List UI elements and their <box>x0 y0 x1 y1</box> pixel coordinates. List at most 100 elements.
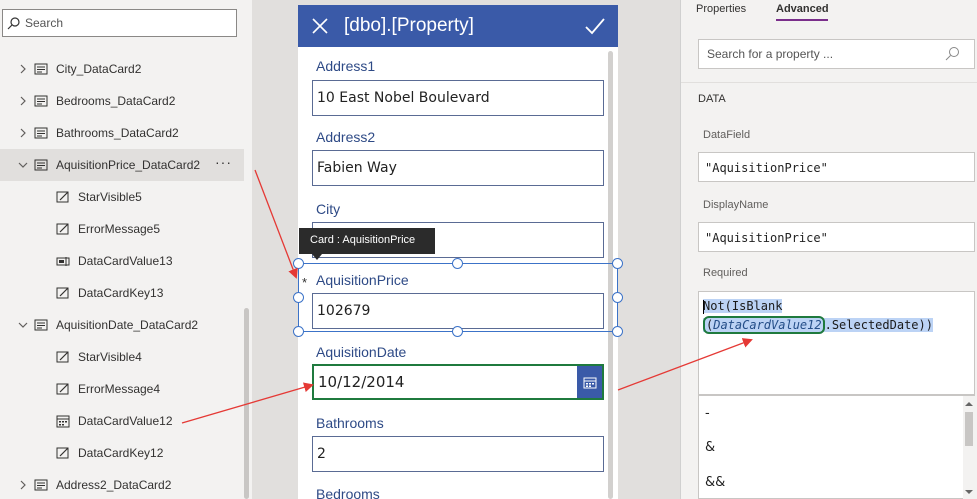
bathrooms-label: Bathrooms <box>316 415 384 431</box>
calendar-icon <box>56 415 70 428</box>
scroll-up-icon[interactable] <box>963 398 975 410</box>
tree-item[interactable]: DataCardKey12 <box>0 437 244 469</box>
resize-handle-top-right[interactable] <box>612 258 623 269</box>
tree-item-label: City_DataCard2 <box>56 62 142 76</box>
resize-handle-bottom-left[interactable] <box>293 326 304 337</box>
edit-label-icon <box>56 287 69 299</box>
resize-handle-top[interactable] <box>452 258 463 269</box>
tree-search-input[interactable] <box>25 14 225 32</box>
required-formula-editor[interactable]: Not(IsBlank (DataCardValue12 .SelectedDat… <box>698 291 975 395</box>
tree-item-label: StarVisible4 <box>78 350 142 364</box>
card-icon <box>34 479 48 491</box>
tree-item[interactable]: AquisitionDate_DataCard2 <box>0 309 244 341</box>
tree-item[interactable]: AquisitionPrice_DataCard2 ··· <box>0 149 244 181</box>
checkmark-icon[interactable] <box>584 15 606 37</box>
tree-search-box[interactable] <box>2 9 237 37</box>
edit-label-icon <box>56 447 69 459</box>
tree-item-label: ErrorMessage5 <box>78 222 161 236</box>
aquisition-date-picker[interactable]: 10/12/2014 <box>312 364 604 400</box>
formula-param: DataCardValue12 <box>713 318 822 332</box>
formula-highlight-line1: Not(IsBlank <box>703 299 783 314</box>
tree-item-label: Address2_DataCard2 <box>56 478 172 492</box>
edit-label-icon <box>56 223 69 235</box>
city-label: City <box>316 201 341 217</box>
resize-handle-bottom[interactable] <box>452 326 463 337</box>
tree-item[interactable]: City_DataCard2 <box>0 53 244 85</box>
tree-item-label: Bedrooms_DataCard2 <box>56 94 176 108</box>
tree-item[interactable]: Bathrooms_DataCard2 <box>0 117 244 149</box>
tree-item[interactable]: DataCardValue12 <box>0 405 244 437</box>
address2-input[interactable]: Fabien Way <box>312 150 604 186</box>
displayname-input[interactable]: "AquisitionPrice" <box>698 222 975 252</box>
chevron-right-icon[interactable] <box>17 95 29 107</box>
tab-properties[interactable]: Properties <box>696 3 746 15</box>
tree-item[interactable]: ErrorMessage5 <box>0 213 244 245</box>
chevron-right-icon[interactable] <box>17 63 29 75</box>
tree-item[interactable]: StarVisible5 <box>0 181 244 213</box>
required-label: Required <box>703 267 748 279</box>
chevron-down-icon[interactable] <box>17 159 29 171</box>
form-scrollbar[interactable] <box>608 51 613 499</box>
edit-label-icon <box>56 351 69 363</box>
form-title: [dbo].[Property] <box>344 15 474 36</box>
calendar-button[interactable] <box>577 366 602 398</box>
aquisition-date-label: AquisitionDate <box>316 344 407 360</box>
resize-handle-left[interactable] <box>293 292 304 303</box>
suggestion-item[interactable]: & <box>705 440 715 455</box>
aquisition-price-input[interactable]: 102679 <box>312 293 604 329</box>
suggestion-item[interactable]: && <box>705 475 725 490</box>
tab-advanced[interactable]: Advanced <box>776 3 829 15</box>
tree-item-label: DataCardKey12 <box>78 446 164 460</box>
bedrooms-label: Bedrooms <box>316 486 380 499</box>
resize-handle-bottom-right[interactable] <box>612 326 623 337</box>
displayname-label: DisplayName <box>703 199 769 211</box>
scroll-down-icon[interactable] <box>963 486 975 498</box>
tree-item-label: DataCardValue13 <box>78 254 173 268</box>
tree-item[interactable]: StarVisible4 <box>0 341 244 373</box>
tree-item-label: Bathrooms_DataCard2 <box>56 126 179 140</box>
resize-handle-right[interactable] <box>612 292 623 303</box>
close-icon[interactable] <box>310 16 330 36</box>
edit-label-icon <box>56 383 69 395</box>
tree-item[interactable]: ErrorMessage4 <box>0 373 244 405</box>
card-icon <box>34 127 48 139</box>
tree-item[interactable]: Address2_DataCard2 <box>0 469 244 499</box>
suggestions-scrollbar[interactable] <box>963 396 975 499</box>
form-header: [dbo].[Property] <box>298 5 618 47</box>
intellisense-suggestions: - & && <box>698 395 975 499</box>
tree-item-label: DataCardKey13 <box>78 286 164 300</box>
property-search-input[interactable] <box>707 46 927 62</box>
chevron-right-icon[interactable] <box>17 127 29 139</box>
aquisition-date-value: 10/12/2014 <box>318 373 405 391</box>
tree-view-panel: City_DataCard2 Bedrooms_DataCard2 Bathroom… <box>0 0 252 499</box>
datafield-label: DataField <box>703 129 751 141</box>
datafield-input[interactable]: "AquisitionPrice" <box>698 152 975 182</box>
resize-handle-top-left[interactable] <box>293 258 304 269</box>
card-tooltip: Card : AquisitionPrice <box>299 228 435 260</box>
aquisition-price-label: AquisitionPrice <box>316 272 409 288</box>
tree-item[interactable]: DataCardValue13 <box>0 245 244 277</box>
search-icon <box>7 17 20 30</box>
property-search-box[interactable] <box>698 39 975 69</box>
chevron-down-icon[interactable] <box>17 319 29 331</box>
properties-tabs: Properties Advanced <box>681 0 977 22</box>
chevron-right-icon[interactable] <box>17 479 29 491</box>
active-tab-indicator <box>776 19 828 21</box>
divider <box>681 82 977 83</box>
suggestion-item[interactable]: - <box>705 406 710 421</box>
tree-scrollbar[interactable] <box>244 308 249 499</box>
card-icon <box>34 95 48 107</box>
tree-item[interactable]: DataCardKey13 <box>0 277 244 309</box>
card-icon <box>34 63 48 75</box>
more-options-icon[interactable]: ··· <box>215 154 232 170</box>
tree-item[interactable]: Bedrooms_DataCard2 <box>0 85 244 117</box>
card-icon <box>34 319 48 331</box>
tree-item-label: StarVisible5 <box>78 190 142 204</box>
formula-rest: .SelectedDate)) <box>824 318 933 332</box>
properties-panel: Properties Advanced DATA DataField "Aqui… <box>680 0 977 499</box>
address1-input[interactable]: 10 East Nobel Boulevard <box>312 80 604 116</box>
edit-label-icon <box>56 191 69 203</box>
bathrooms-input[interactable]: 2 <box>312 436 604 472</box>
scroll-thumb[interactable] <box>965 412 973 446</box>
tree-item-label: DataCardValue12 <box>78 414 173 428</box>
